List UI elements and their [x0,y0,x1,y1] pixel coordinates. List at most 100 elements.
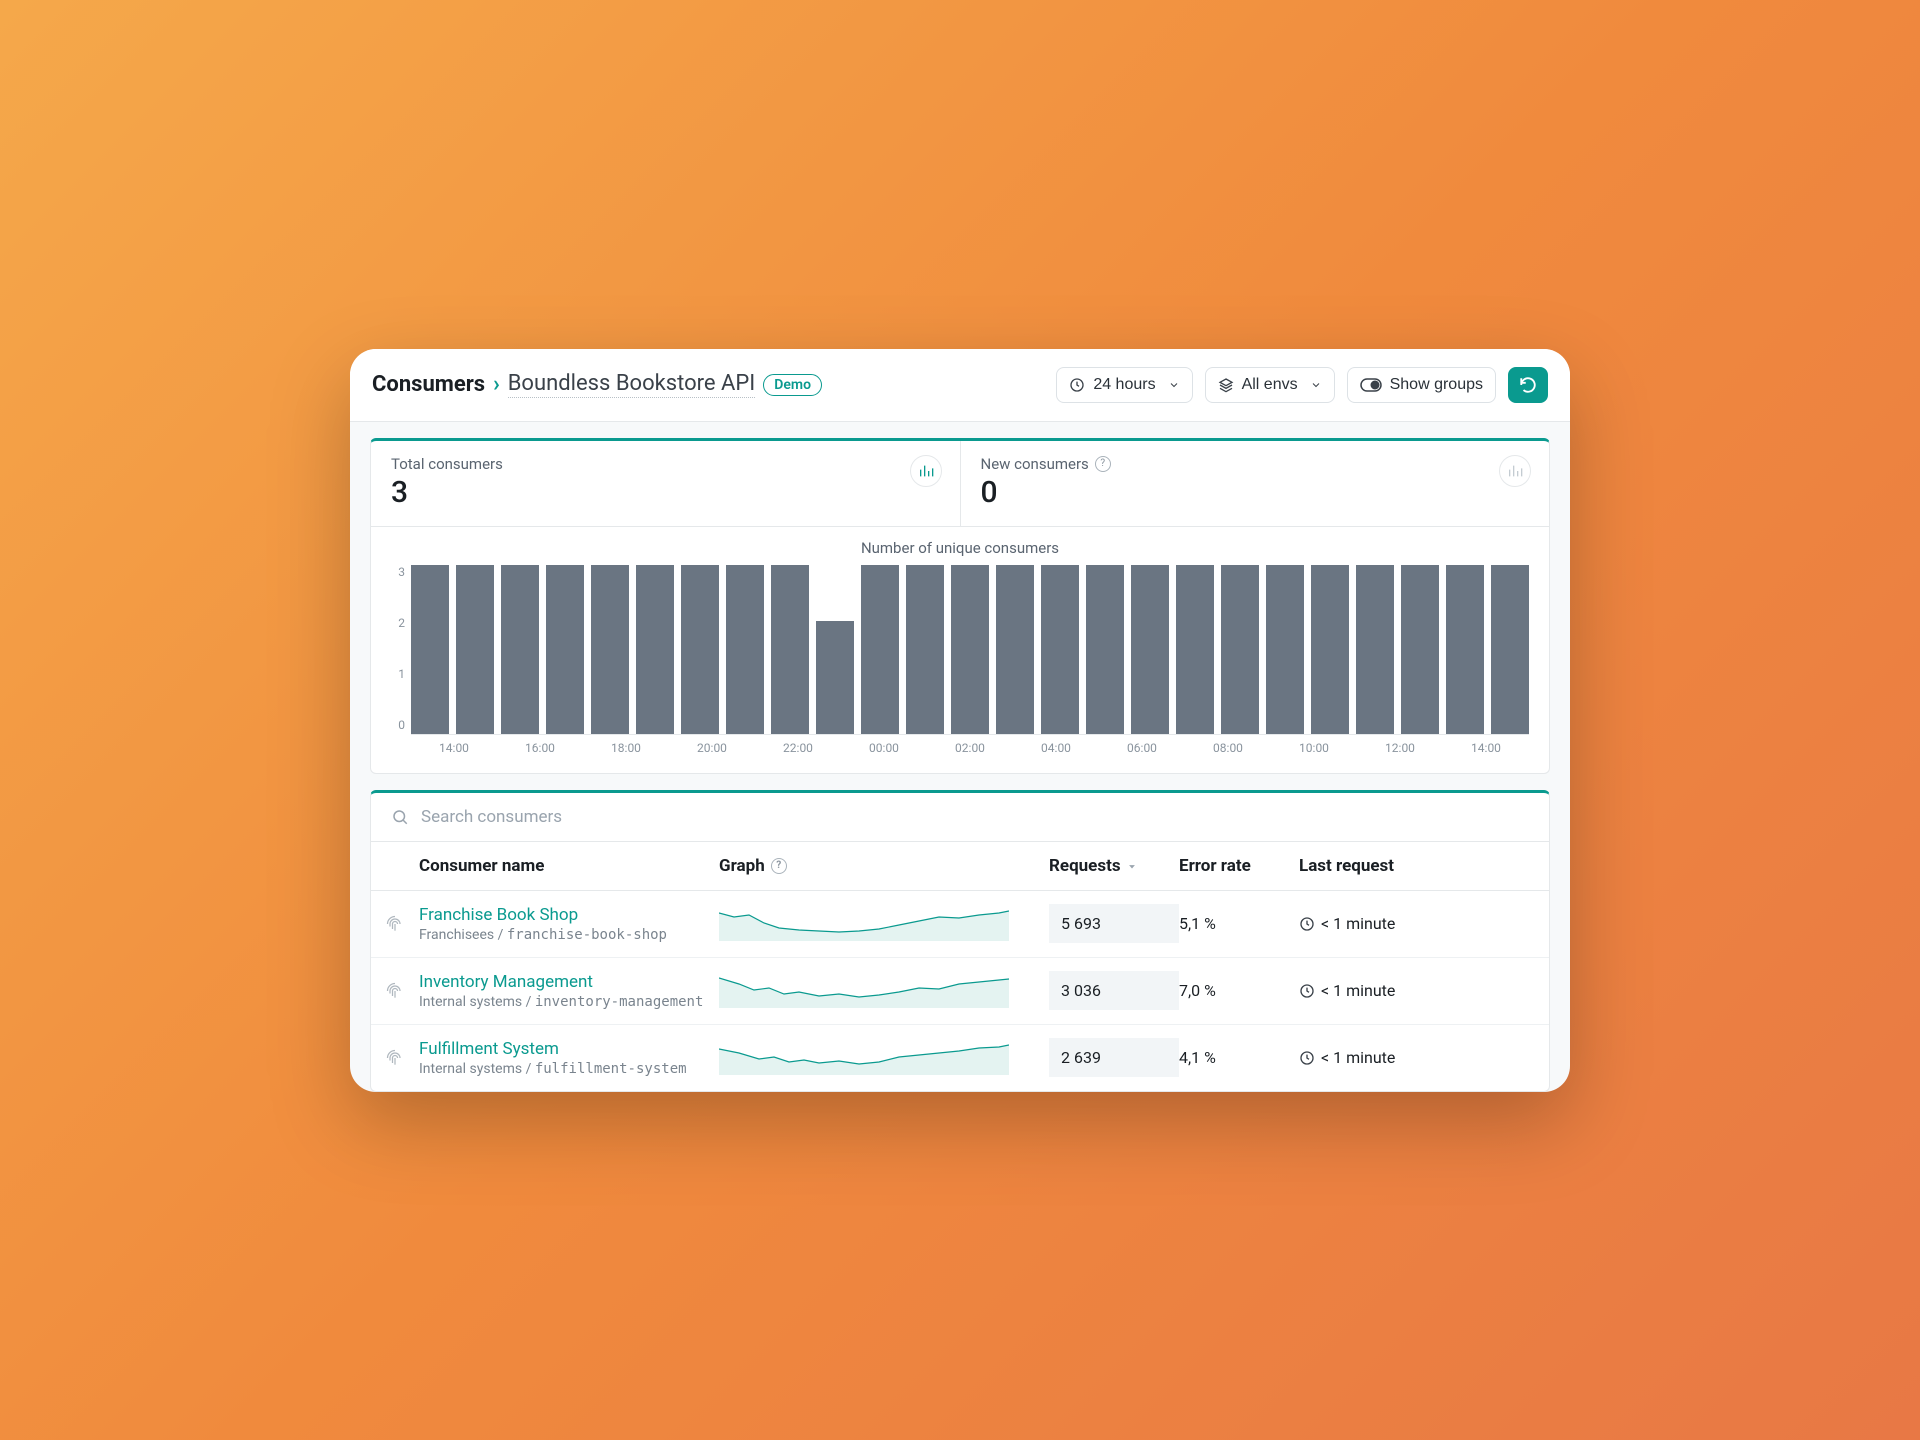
chart-unique-consumers: Number of unique consumers 3210 14:0016:… [371,527,1549,773]
table-row: Inventory Management Internal systems / … [371,958,1549,1025]
dashboard-window: Consumers › Boundless Bookstore API Demo… [350,349,1570,1092]
chevron-down-icon [1310,379,1322,391]
chart-bar [1041,565,1079,734]
cell-error-rate: 4,1 % [1179,1048,1299,1067]
stat-value: 3 [391,475,940,510]
fingerprint-icon [371,981,419,1001]
col-error-rate[interactable]: Error rate [1179,856,1299,876]
chevron-down-icon [1168,379,1180,391]
groups-label: Show groups [1390,376,1483,394]
clock-icon [1299,1050,1315,1066]
consumer-subtitle: Internal systems / inventory-management [419,994,719,1010]
cell-requests: 5 693 [1049,904,1179,943]
layers-icon [1218,377,1234,393]
demo-badge: Demo [763,374,822,396]
table-row: Fulfillment System Internal systems / fu… [371,1025,1549,1091]
chevron-right-icon: › [493,372,500,397]
bar-chart-icon [1507,463,1523,479]
stat-value: 0 [981,475,1530,510]
chart-bar [816,621,854,734]
search-input[interactable]: Search consumers [371,793,1549,842]
consumer-subtitle: Franchisees / franchise-book-shop [419,927,719,943]
chart-bar [951,565,989,734]
chart-bar [546,565,584,734]
clock-icon [1299,916,1315,932]
refresh-button[interactable] [1508,367,1548,403]
chart-bar [1401,565,1439,734]
chart-bar [1176,565,1214,734]
chart-y-axis: 3210 [391,565,411,755]
chart-bar [411,565,449,734]
timerange-selector[interactable]: 24 hours [1056,367,1192,403]
timerange-label: 24 hours [1093,376,1155,394]
fingerprint-icon [371,914,419,934]
sparkline-graph [719,1037,1049,1079]
cell-last-request: < 1 minute [1299,914,1549,933]
clock-icon [1299,983,1315,999]
chart-bars [411,565,1529,735]
chart-bar [591,565,629,734]
fingerprint-icon [371,1048,419,1068]
chart-bar [1131,565,1169,734]
consumer-name-link[interactable]: Franchise Book Shop [419,905,578,925]
help-icon[interactable]: ? [1095,456,1111,472]
cell-error-rate: 7,0 % [1179,981,1299,1000]
help-icon[interactable]: ? [771,858,787,874]
chart-bar [1446,565,1484,734]
bar-chart-icon [918,463,934,479]
cell-requests: 3 036 [1049,971,1179,1010]
cell-error-rate: 5,1 % [1179,914,1299,933]
stat-label: New consumers ? [981,455,1530,473]
chart-toggle-button[interactable] [1499,455,1531,487]
cell-last-request: < 1 minute [1299,1048,1549,1067]
chart-bar [726,565,764,734]
chart-bar [996,565,1034,734]
chart-bar [456,565,494,734]
col-requests[interactable]: Requests [1049,856,1179,876]
chart-bar [1221,565,1259,734]
stats-panel: Total consumers 3 New consumers ? 0 [370,438,1550,774]
consumers-table-panel: Search consumers Consumer name Graph ? R… [370,790,1550,1092]
header: Consumers › Boundless Bookstore API Demo… [350,349,1570,422]
env-label: All envs [1242,376,1298,394]
cell-last-request: < 1 minute [1299,981,1549,1000]
chart-bar [681,565,719,734]
chart-bar [1356,565,1394,734]
chart-bar [771,565,809,734]
col-last-request[interactable]: Last request [1299,856,1549,876]
table-header: Consumer name Graph ? Requests Error rat… [371,842,1549,891]
chart-x-axis: 14:0016:0018:0020:0022:0000:0002:0004:00… [411,735,1529,755]
breadcrumb-api[interactable]: Boundless Bookstore API [508,371,756,398]
consumer-subtitle: Internal systems / fulfillment-system [419,1061,719,1077]
env-selector[interactable]: All envs [1205,367,1335,403]
chart-bar [1311,565,1349,734]
cell-requests: 2 639 [1049,1038,1179,1077]
breadcrumb-root[interactable]: Consumers [372,372,485,397]
toggle-icon [1360,378,1382,392]
sparkline-graph [719,903,1049,945]
table-row: Franchise Book Shop Franchisees / franch… [371,891,1549,958]
clock-icon [1069,377,1085,393]
chart-bar [861,565,899,734]
col-graph[interactable]: Graph ? [719,856,1049,876]
chart-toggle-button[interactable] [910,455,942,487]
show-groups-toggle[interactable]: Show groups [1347,367,1496,403]
sort-desc-icon [1127,861,1137,871]
chart-bar [636,565,674,734]
chart-bar [501,565,539,734]
sparkline-graph [719,970,1049,1012]
stat-total-consumers: Total consumers 3 [371,441,960,526]
chart-bar [906,565,944,734]
search-icon [391,808,409,826]
chart-bar [1266,565,1304,734]
consumer-name-link[interactable]: Inventory Management [419,972,593,992]
refresh-icon [1519,376,1537,394]
stat-label: Total consumers [391,455,940,473]
stat-new-consumers: New consumers ? 0 [960,441,1550,526]
chart-bar [1491,565,1529,734]
search-placeholder: Search consumers [421,807,562,827]
consumer-name-link[interactable]: Fulfillment System [419,1039,559,1059]
chart-bar [1086,565,1124,734]
breadcrumb: Consumers › Boundless Bookstore API Demo [372,371,1044,398]
col-consumer-name[interactable]: Consumer name [419,856,719,876]
